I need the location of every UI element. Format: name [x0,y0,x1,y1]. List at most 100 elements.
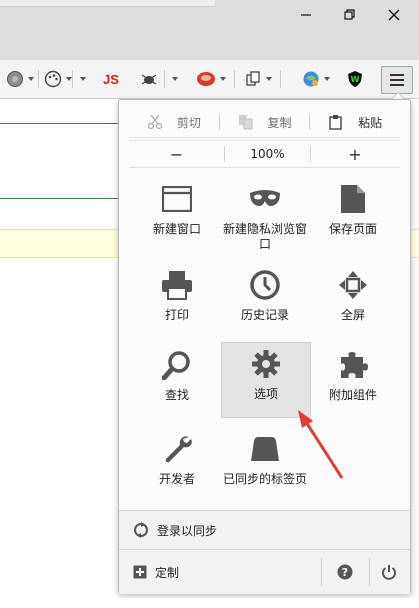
find-label: 查找 [164,388,189,402]
options-button[interactable]: 选项 [221,342,311,418]
title-bar [0,0,419,60]
content-divider [0,198,118,199]
javascript-toggle-button[interactable]: JS [103,68,119,90]
gear-icon [249,347,283,381]
customize-label: 定制 [155,565,180,580]
new-private-window-button[interactable]: 新建隐私浏览窗口 [221,180,309,258]
toolbar-separator [234,70,235,88]
toolbar-separator [72,70,73,88]
addon-screenshot-button[interactable] [244,68,272,90]
chevron-down-icon [80,77,86,81]
svg-text:?: ? [342,566,348,579]
history-clock-icon [248,268,282,302]
zoom-in-button[interactable]: + [311,141,399,167]
addons-label: 附加组件 [328,388,377,402]
translate-globe-icon [303,71,319,87]
print-label: 打印 [164,308,189,322]
cut-button[interactable]: 剪切 [129,108,219,136]
sync-signin-row[interactable]: 登录以同步 [119,510,410,549]
main-menu-panel: 剪切 复制 粘贴 − 100% + 新建窗口 新建隐私浏览窗口 保存页面 打印 … [118,99,411,594]
copy-label: 复制 [267,115,292,130]
scissors-icon [147,114,162,130]
screenshot-icon [246,71,260,86]
new-window-icon [160,182,194,216]
history-button[interactable]: 历史记录 [221,266,309,344]
copy-icon [238,115,252,130]
toolbar-separator [38,70,39,88]
hamburger-line [390,79,404,81]
new-window-button[interactable]: 新建窗口 [133,180,221,258]
customize-plus-icon [133,565,147,579]
toolbar-dropdown-button[interactable] [76,68,86,90]
addon-palette-button[interactable] [44,68,72,90]
hamburger-line [390,84,404,86]
hamburger-line [390,74,404,76]
quit-button[interactable] [379,562,399,582]
developer-button[interactable]: 开发者 [133,430,221,508]
notification-band [0,229,118,258]
power-icon [382,565,396,580]
addon-bug-button[interactable] [140,68,158,90]
close-window-button[interactable] [382,4,406,26]
page-bottom [0,598,419,608]
bug-icon [141,74,157,85]
minimize-button[interactable] [294,4,318,26]
zoom-controls: − 100% + [129,140,400,168]
tab-strip [0,0,215,7]
wrench-icon [160,432,194,466]
globe-icon [7,71,23,87]
copy-button[interactable]: 复制 [220,108,310,136]
restore-icon [344,9,355,20]
addon-red-circle-button[interactable] [196,68,226,90]
sync-icon [134,522,148,538]
addon-shield-button[interactable]: W [346,68,364,90]
toolbar-separator [164,70,165,88]
print-button[interactable]: 打印 [133,266,221,344]
help-button[interactable]: ? [335,562,355,582]
save-page-icon [336,182,370,216]
clipboard-icon [329,115,342,130]
zoom-plus-label: + [348,144,362,164]
puzzle-icon [336,348,370,382]
open-menu-button[interactable] [381,66,413,94]
addons-button[interactable]: 附加组件 [309,346,397,424]
restore-button[interactable] [338,4,362,26]
zoom-value: 100% [250,147,285,161]
zoom-reset-button[interactable]: 100% [225,141,310,167]
fullscreen-button[interactable]: 全屏 [309,266,397,344]
chevron-down-icon [324,77,330,81]
palette-icon [44,70,62,88]
chevron-down-icon [172,77,178,81]
fullscreen-label: 全屏 [340,308,365,322]
footer-separator [321,558,322,586]
minimize-icon [301,14,311,16]
red-disc-icon [197,72,215,86]
help-icon: ? [337,564,353,580]
close-icon [388,9,400,21]
private-mask-icon [248,182,282,216]
find-button[interactable]: 查找 [133,346,221,424]
toolbar-separator [280,70,281,88]
footer-separator [369,558,370,586]
developer-label: 开发者 [158,472,195,486]
new-private-window-label: 新建隐私浏览窗口 [222,222,307,251]
synced-tabs-label: 已同步的标签页 [222,472,307,486]
paste-button[interactable]: 粘贴 [310,108,400,136]
svg-text:W: W [351,75,360,84]
toolbar-dropdown-button[interactable] [168,68,178,90]
zoom-out-button[interactable]: − [129,141,224,167]
save-page-label: 保存页面 [328,222,377,236]
options-label: 选项 [253,387,278,401]
addon-translate-button[interactable] [302,68,330,90]
printer-icon [160,268,194,302]
chevron-down-icon [266,77,272,81]
save-page-button[interactable]: 保存页面 [309,180,397,258]
cut-label: 剪切 [176,115,201,130]
edit-controls: 剪切 复制 粘贴 [129,108,400,136]
search-icon [160,348,194,382]
chevron-down-icon [28,77,34,81]
synced-tabs-button[interactable]: 已同步的标签页 [221,430,309,508]
customize-button[interactable]: 定制 [119,550,313,594]
shield-icon: W [348,71,362,87]
addon-globe-button[interactable] [6,68,34,90]
